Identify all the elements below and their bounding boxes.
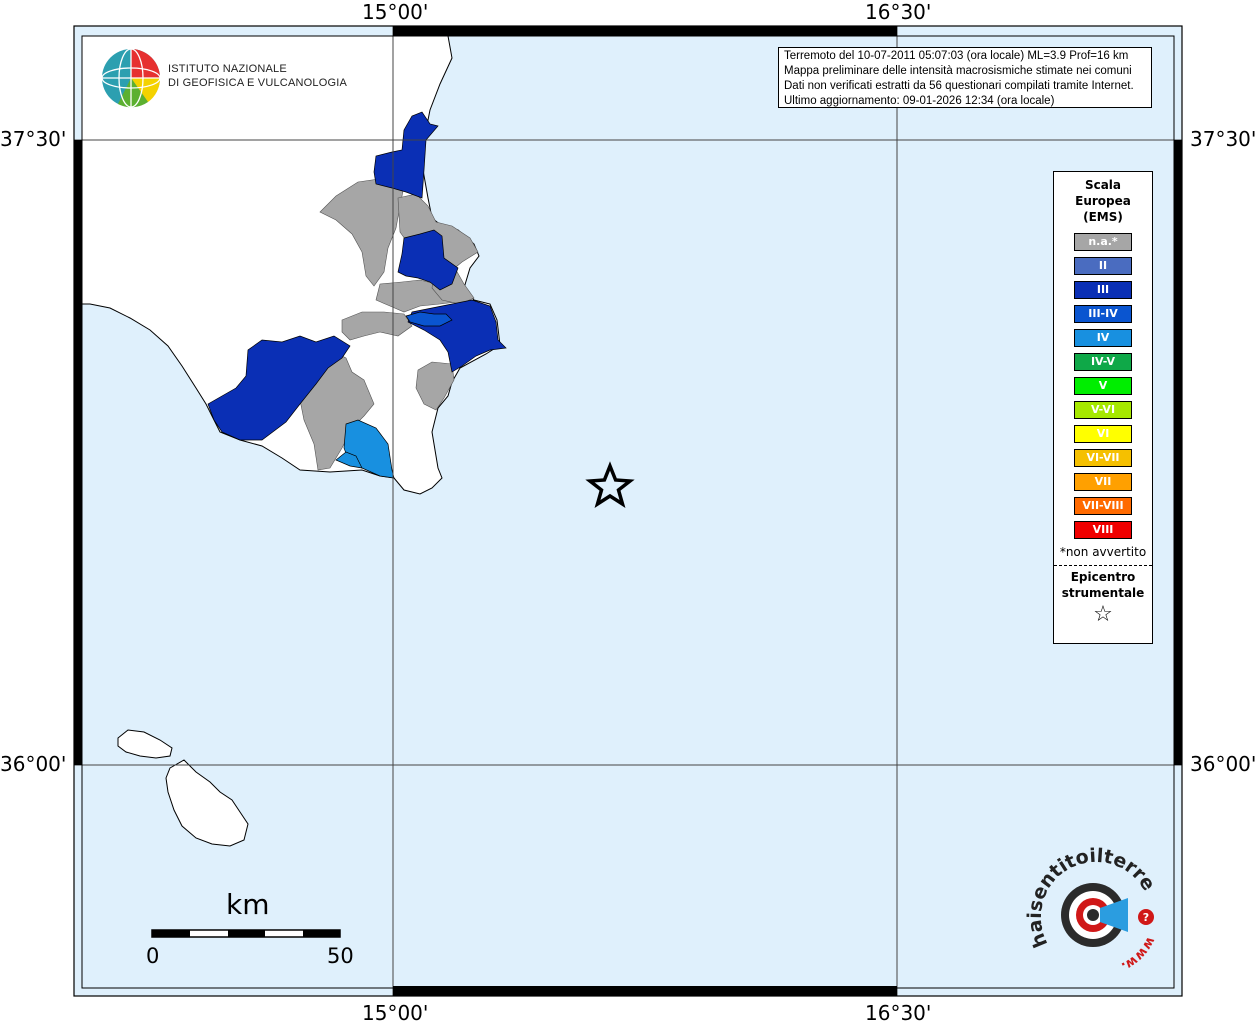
lon-label-bottom-right: 16°30' — [865, 1001, 932, 1025]
info-line-4: Ultimo aggiornamento: 09-01-2026 12:34 (… — [784, 95, 1055, 107]
legend-item: VII-VIII — [1074, 497, 1132, 515]
legend-separator — [1054, 565, 1152, 566]
legend-title-line-1: Scala — [1084, 178, 1122, 192]
legend-title-line-3: (EMS) — [1083, 210, 1123, 224]
legend-epicenter-line-2: strumentale — [1061, 586, 1145, 600]
legend-item: IV-V — [1074, 353, 1132, 371]
legend-item: III-IV — [1074, 305, 1132, 323]
legend-title: Scala Europea (EMS) — [1054, 177, 1152, 225]
legend-epicenter-line-1: Epicentro — [1070, 570, 1136, 584]
star-icon: ☆ — [1093, 602, 1113, 627]
legend-item: n.a.* — [1074, 233, 1132, 251]
logo-line-2: DI GEOFISICA E VULCANOLOGIA — [168, 77, 347, 89]
lon-label-bottom-left: 15°00' — [362, 1001, 429, 1025]
scale-unit-label: km — [226, 888, 270, 921]
legend-item: VI — [1074, 425, 1132, 443]
ingv-globe-icon — [101, 48, 161, 108]
intensity-legend: Scala Europea (EMS) n.a.* II III III-IV IV IV… — [1053, 171, 1153, 644]
svg-text:?: ? — [1143, 911, 1149, 924]
logo-line-1: ISTITUTO NAZIONALE — [168, 63, 287, 75]
scale-end-label: 50 — [327, 944, 354, 968]
legend-item: III — [1074, 281, 1132, 299]
legend-items: n.a.* II III III-IV IV IV-V V V-VI VI VI-VII VII VI… — [1054, 233, 1152, 539]
legend-item: II — [1074, 257, 1132, 275]
lat-label-left-bottom: 36°00' — [0, 752, 67, 776]
scale-bar — [151, 929, 341, 938]
legend-item: VIII — [1074, 521, 1132, 539]
lat-label-right-top: 37°30' — [1190, 127, 1255, 151]
lon-label-top-left: 15°00' — [362, 0, 429, 24]
lat-label-left-top: 37°30' — [0, 127, 67, 151]
legend-item: IV — [1074, 329, 1132, 347]
info-line-3: Dati non verificati estratti da 56 quest… — [784, 80, 1134, 92]
legend-item: V-VI — [1074, 401, 1132, 419]
info-line-1: Terremoto del 10-07-2011 05:07:03 (ora l… — [784, 50, 1129, 62]
info-line-2: Mappa preliminare delle intensità macros… — [784, 65, 1132, 77]
lat-label-right-bottom: 36°00' — [1190, 752, 1255, 776]
legend-item: VII — [1074, 473, 1132, 491]
legend-note: *non avvertito — [1059, 545, 1147, 559]
legend-item: VI-VII — [1074, 449, 1132, 467]
lon-label-top-right: 16°30' — [865, 0, 932, 24]
legend-item: V — [1074, 377, 1132, 395]
event-info-box: Terremoto del 10-07-2011 05:07:03 (ora l… — [778, 47, 1152, 108]
ingv-logo-text: ISTITUTO NAZIONALE DI GEOFISICA E VULCAN… — [168, 62, 347, 90]
legend-title-line-2: Europea — [1075, 194, 1131, 208]
scale-start-label: 0 — [146, 944, 160, 968]
legend-epicenter-label: Epicentro strumentale — [1054, 569, 1152, 601]
